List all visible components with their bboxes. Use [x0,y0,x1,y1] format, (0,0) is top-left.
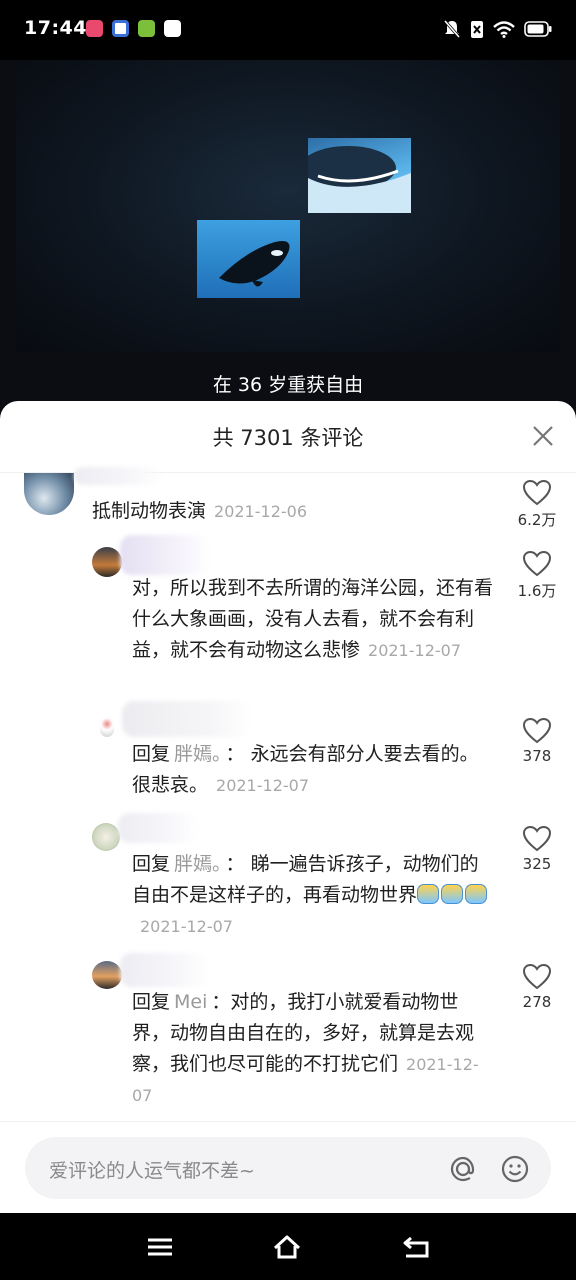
heart-icon [522,963,552,990]
reply-item[interactable]: 对，所以我到不去所谓的海洋公园，还有看什么大象画画，没有人去看，就不会有利益，就… [0,535,576,693]
reply-to-username[interactable]: Mei [174,991,207,1013]
heart-icon [522,479,552,506]
like-count: 378 [522,747,552,765]
avatar[interactable] [92,547,122,577]
battery-icon [524,21,552,37]
like-button[interactable]: 6.2万 [512,479,562,530]
baidu-icon [112,20,129,37]
crying-emoji-icon [441,884,464,904]
close-icon[interactable] [530,423,556,449]
at-mention-icon[interactable] [447,1153,479,1185]
like-button[interactable]: 278 [512,963,562,1011]
crying-emoji-icon [465,884,488,904]
comments-header: 共 7301 条评论 [0,401,576,473]
status-right-icons [443,19,552,39]
orca-screen-image [308,138,411,213]
reply-to-username[interactable]: 胖嫣。 [174,743,222,765]
pear-icon [138,20,155,37]
video-subtitle: 在 36 岁重获自由 [212,374,364,396]
comments-sheet: 共 7301 条评论 抵制动物表演 2021-12-06 6.2万 对，所以我到不… [0,401,576,1213]
like-button[interactable]: 378 [512,717,562,765]
wifi-icon [493,20,515,38]
reply-item[interactable]: 回复 胖嫣。： 睇一遍告诉孩子，动物们的自由不是这样子的，再看动物世界2021-1… [0,813,576,949]
comments-count-title: 共 7301 条评论 [212,426,364,450]
heart-icon [522,550,552,577]
username-blurred[interactable] [120,953,210,987]
like-count: 325 [522,855,552,873]
comment-date: 2021-12-07 [216,776,309,795]
username-blurred[interactable] [118,813,198,843]
comment-date: 2021-12-06 [214,502,307,521]
comment-date: 2021-12-07 [368,641,461,660]
status-app-icons [86,20,181,37]
status-bar: 17:44 [0,0,576,60]
emoji-smile-icon[interactable] [499,1153,531,1185]
status-time: 17:44 [24,17,87,39]
crying-emoji-group [417,884,489,906]
orca-tank-image [197,220,300,298]
comment-text: 回复 Mei ：对的，我打小就爱看动物世界，动物自由自在的，多好，就算是去观察，我们… [132,991,479,1105]
system-nav-bar [0,1213,576,1280]
reply-item[interactable]: 回复 胖嫣。： 永远会有部分人要去看的。很悲哀。 2021-12-07 378 [0,701,576,811]
crying-emoji-icon [417,884,440,904]
mute-bell-icon [443,20,461,38]
comment-text: 抵制动物表演 2021-12-06 [92,500,307,522]
video-frame [16,60,560,352]
like-button[interactable]: 1.6万 [512,550,562,601]
heart-icon [522,825,552,852]
message-icon [164,20,181,37]
reply-to-username[interactable]: 胖嫣。 [174,853,222,875]
username-blurred[interactable] [122,701,252,737]
username-blurred[interactable] [74,467,164,485]
username-blurred[interactable] [120,535,210,575]
like-count: 6.2万 [517,511,557,529]
home-icon[interactable] [272,1233,302,1261]
weibo-icon [86,20,103,37]
avatar[interactable] [92,823,120,851]
comment-item[interactable]: 抵制动物表演 2021-12-06 6.2万 [0,467,576,543]
like-count: 278 [522,993,552,1011]
like-count: 1.6万 [517,582,557,600]
comment-text: 对，所以我到不去所谓的海洋公园，还有看什么大象画画，没有人去看，就不会有利益，就… [132,577,494,661]
menu-icon[interactable] [145,1233,175,1261]
sim-off-icon [471,20,483,38]
avatar[interactable] [92,961,122,989]
heart-icon [522,717,552,744]
like-button[interactable]: 325 [512,825,562,873]
input-divider [0,1121,576,1122]
video-player[interactable]: 在 36 岁重获自由 [0,60,576,460]
comment-input-placeholder: 爱评论的人运气都不差~ [49,1160,255,1182]
reply-item[interactable]: 回复 Mei ：对的，我打小就爱看动物世界，动物自由自在的，多好，就算是去观察，我们… [0,953,576,1117]
back-icon[interactable] [401,1233,431,1261]
comment-date: 2021-12-07 [140,917,233,936]
comment-text: 回复 胖嫣。： 睇一遍告诉孩子，动物们的自由不是这样子的，再看动物世界2021-1… [132,849,494,942]
avatar[interactable] [24,473,74,515]
avatar[interactable] [100,717,114,737]
comment-input[interactable]: 爱评论的人运气都不差~ [25,1137,551,1199]
comment-text: 回复 胖嫣。： 永远会有部分人要去看的。很悲哀。 2021-12-07 [132,743,479,796]
